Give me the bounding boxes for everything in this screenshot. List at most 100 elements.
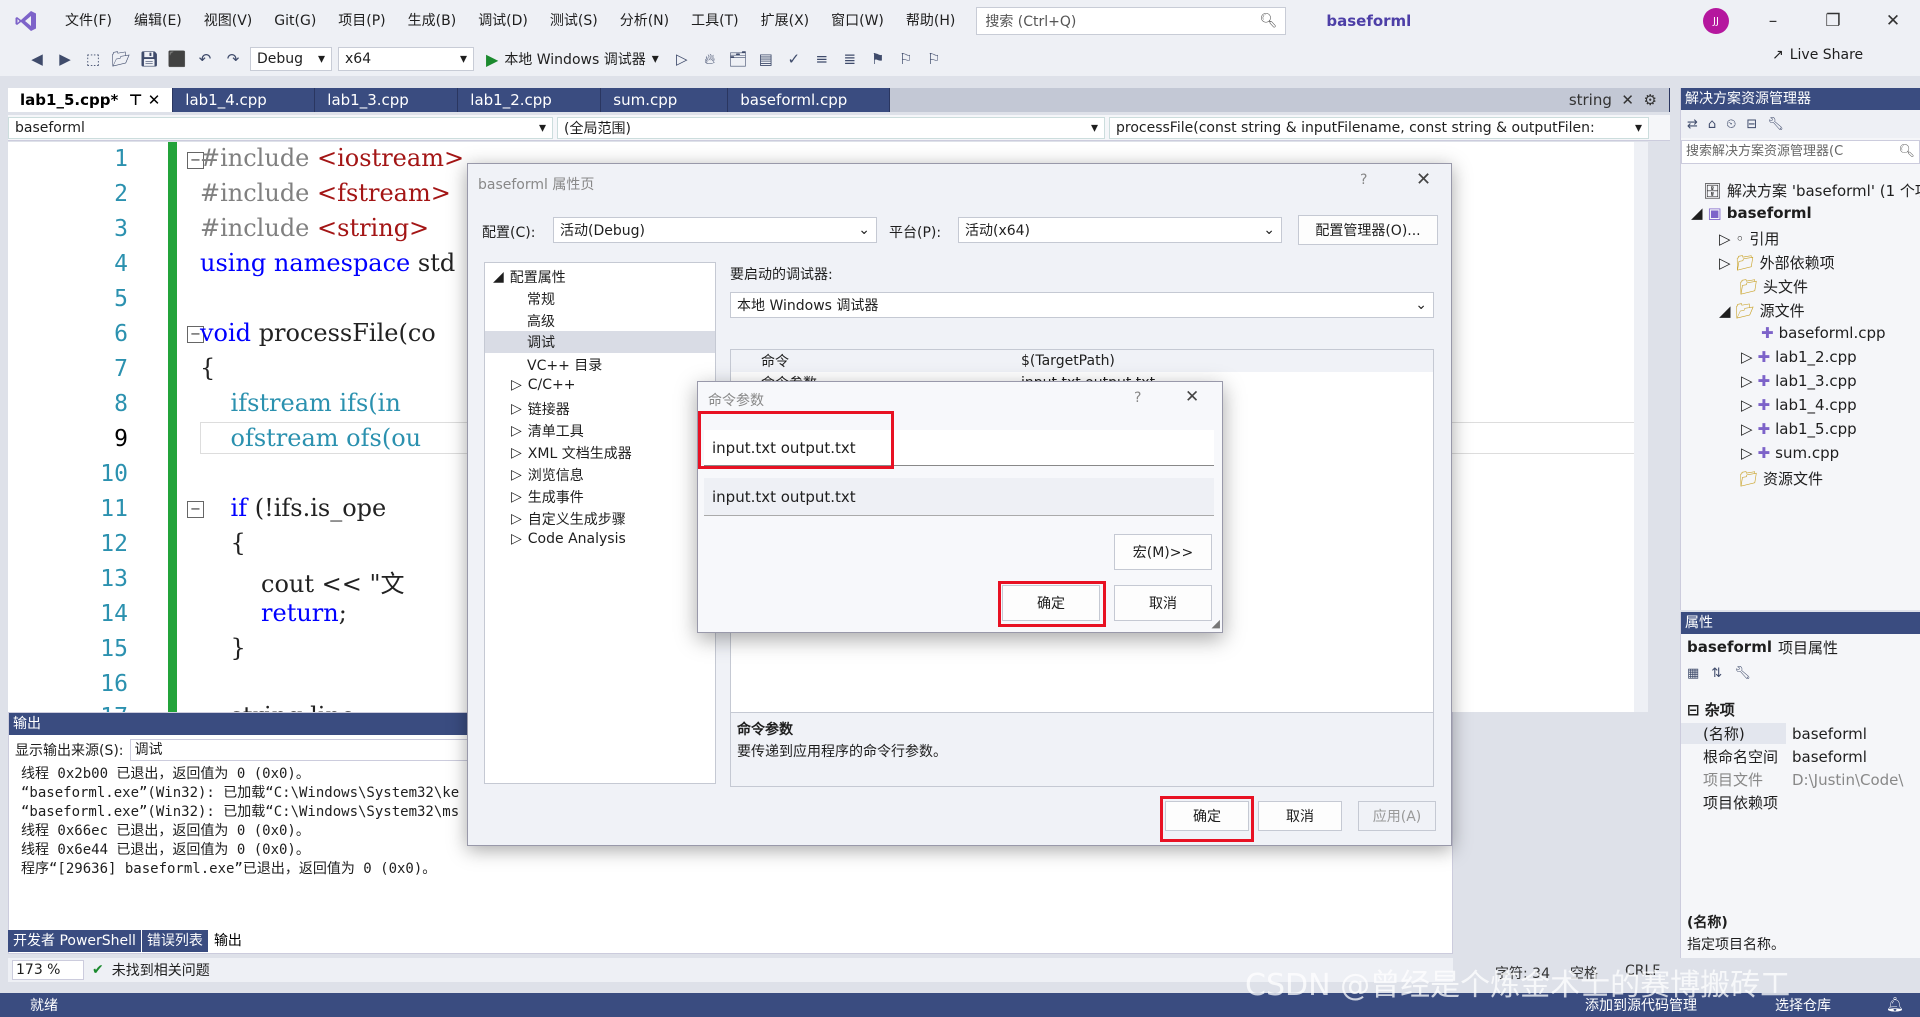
tree-item-config-properties[interactable]: ◢ 配置属性 [493,267,566,287]
restore-icon[interactable]: ❐ [1822,10,1844,32]
avatar[interactable]: JJ [1703,8,1729,34]
menu-file[interactable]: 文件(F) [54,0,123,42]
tab-sum[interactable]: sum.cpp [601,88,729,112]
zoom-select[interactable]: 173 % [12,960,84,980]
browse-icon[interactable]: 🗂︎ [727,48,749,70]
tree-item-xml-doc[interactable]: ▷ XML 文档生成器 [511,443,632,463]
close-icon[interactable]: ✕ [1882,10,1904,32]
notification-bell-icon[interactable]: 🔔︎ [1886,997,1904,1013]
platform-select[interactable]: x64 ▾ [338,47,474,71]
tab-lab1-2[interactable]: lab1_2.cpp [458,88,602,112]
help-icon[interactable]: ? [1360,172,1367,188]
back-icon[interactable]: ◀ [26,48,48,70]
tree-item-code-analysis[interactable]: ▷ Code Analysis [511,531,626,547]
property-row[interactable]: (名称) baseforml [1681,722,1920,745]
close-icon[interactable]: ✕ [1185,387,1199,407]
uncomment-icon[interactable]: ≣ [839,48,861,70]
menu-test[interactable]: 测试(S) [539,0,609,42]
tree-item-browse-info[interactable]: ▷ 浏览信息 [511,465,584,485]
properties-section[interactable]: ⊟ 杂项 [1681,698,1920,721]
project-node[interactable]: ◢ ▣ baseforml [1691,204,1812,222]
redo-icon[interactable]: ↷ [222,48,244,70]
tab-developer-powershell[interactable]: 开发者 PowerShell [8,930,142,952]
hot-reload-icon[interactable]: 🔥︎ [699,48,721,70]
layout-icon[interactable]: ▤ [755,48,777,70]
spellcheck-icon[interactable]: ✓ [783,48,805,70]
tab-output[interactable]: 输出 [208,930,248,952]
menu-analyze[interactable]: 分析(N) [609,0,680,42]
forward-icon[interactable]: ▶ [54,48,76,70]
tree-item-lab1-5[interactable]: ▷ ✚ lab1_5.cpp [1741,420,1857,438]
menu-build[interactable]: 生成(B) [397,0,468,42]
tab-lab1-3[interactable]: lab1_3.cpp [315,88,459,112]
prev-bookmark-icon[interactable]: ⚐ [895,48,917,70]
visual-studio-logo-icon[interactable] [12,7,40,35]
config-manager-button[interactable]: 配置管理器(O)... [1298,215,1438,245]
macros-button[interactable]: 宏(M)>> [1114,534,1212,570]
undo-icon[interactable]: ↶ [194,48,216,70]
tree-item-custom-build[interactable]: ▷ 自定义生成步骤 [511,509,626,529]
tree-item-build-events[interactable]: ▷ 生成事件 [511,487,584,507]
bookmark-icon[interactable]: ⚑ [867,48,889,70]
close-icon[interactable]: ✕ [1621,91,1634,109]
tab-lab1-5[interactable]: lab1_5.cpp* ⊤ ✕ [8,88,174,112]
tab-lab1-4[interactable]: lab1_4.cpp [173,88,316,112]
sync-icon[interactable]: ⇄ [1687,117,1698,132]
tab-error-list[interactable]: 错误列表 [141,930,209,952]
project-scope-select[interactable]: baseforml ▾ [8,116,553,139]
pin-icon[interactable]: ⊤ [129,91,143,109]
tree-item-vc-directories[interactable]: VC++ 目录 [527,355,602,375]
editor-vertical-scrollbar[interactable] [1634,142,1648,712]
menu-edit[interactable]: 编辑(E) [123,0,193,42]
output-source-select[interactable]: 调试 [129,739,470,761]
tree-item-advanced[interactable]: 高级 [527,311,555,331]
history-icon[interactable]: ⏲ [1726,117,1736,132]
tree-item-linker[interactable]: ▷ 链接器 [511,399,570,419]
properties-object-select[interactable]: baseforml 项目属性 [1681,634,1920,660]
config-select[interactable]: 活动(Debug) ⌄ [553,217,877,243]
tree-item-lab1-2[interactable]: ▷ ✚ lab1_2.cpp [1741,348,1857,366]
tree-item-general[interactable]: 常规 [527,289,555,309]
property-row[interactable]: 项目依赖项 [1681,791,1920,814]
platform-select[interactable]: 活动(x64) ⌄ [958,217,1282,243]
function-select[interactable]: processFile(const string & inputFilename… [1109,116,1649,139]
tree-item-references[interactable]: ▷ ◦ 引用 [1719,228,1779,249]
solution-node[interactable]: 🗄︎ 解决方案 'baseforml' (1 个项 [1703,180,1920,201]
start-debugger-button[interactable]: ▶ 本地 Windows 调试器 ▾ [480,49,665,69]
tree-item-baseforml-cpp[interactable]: ✚ baseforml.cpp [1761,324,1886,342]
menu-tools[interactable]: 工具(T) [680,0,749,42]
tree-item-manifest-tool[interactable]: ▷ 清单工具 [511,421,584,441]
gear-icon[interactable]: ⚙ [1644,91,1657,109]
search-input[interactable]: 搜索 (Ctrl+Q) 🔍︎ [976,7,1287,35]
tab-baseforml[interactable]: baseforml.cpp [728,88,891,112]
tree-item-external-deps[interactable]: ▷ 📁︎ 外部依赖项 [1719,252,1835,273]
property-row[interactable]: 根命名空间 baseforml [1681,745,1920,768]
menu-debug[interactable]: 调试(D) [467,0,539,42]
categorized-icon[interactable]: ▦ [1687,666,1699,681]
search-icon[interactable]: 🔍︎ [1260,13,1278,29]
cancel-button[interactable]: 取消 [1258,801,1342,831]
tree-item-lab1-3[interactable]: ▷ ✚ lab1_3.cpp [1741,372,1857,390]
menu-help[interactable]: 帮助(H) [895,0,966,42]
tree-item-header-files[interactable]: 📁︎ 头文件 [1739,276,1808,297]
property-pages-icon[interactable]: 🔧︎ [1734,666,1751,681]
solution-search-input[interactable]: 搜索解决方案资源管理器(C 🔍︎ [1681,140,1920,164]
start-without-debug-icon[interactable]: ▷ [671,48,693,70]
tab-string[interactable]: string ✕ ⚙ [1556,88,1670,112]
save-icon[interactable]: 💾︎ [138,48,160,70]
open-folder-icon[interactable]: 📂︎ [110,48,132,70]
menu-git[interactable]: Git(G) [263,0,327,42]
home-icon[interactable]: ⌂ [1708,117,1716,132]
global-scope-select[interactable]: (全局范围) ▾ [557,116,1105,139]
close-icon[interactable]: ✕ [1416,169,1431,190]
close-icon[interactable]: ✕ [148,91,161,109]
wrench-icon[interactable]: 🔧︎ [1767,117,1784,132]
live-share-button[interactable]: ↗ Live Share [1772,47,1863,63]
tree-item-source-files[interactable]: ◢ 📂︎ 源文件 [1719,300,1805,321]
help-icon[interactable]: ? [1134,390,1141,406]
menu-extensions[interactable]: 扩展(X) [750,0,821,42]
menu-view[interactable]: 视图(V) [193,0,264,42]
next-bookmark-icon[interactable]: ⚐ [923,48,945,70]
tree-item-lab1-4[interactable]: ▷ ✚ lab1_4.cpp [1741,396,1857,414]
grid-row-command[interactable]: 命令 $(TargetPath) [731,350,1433,372]
